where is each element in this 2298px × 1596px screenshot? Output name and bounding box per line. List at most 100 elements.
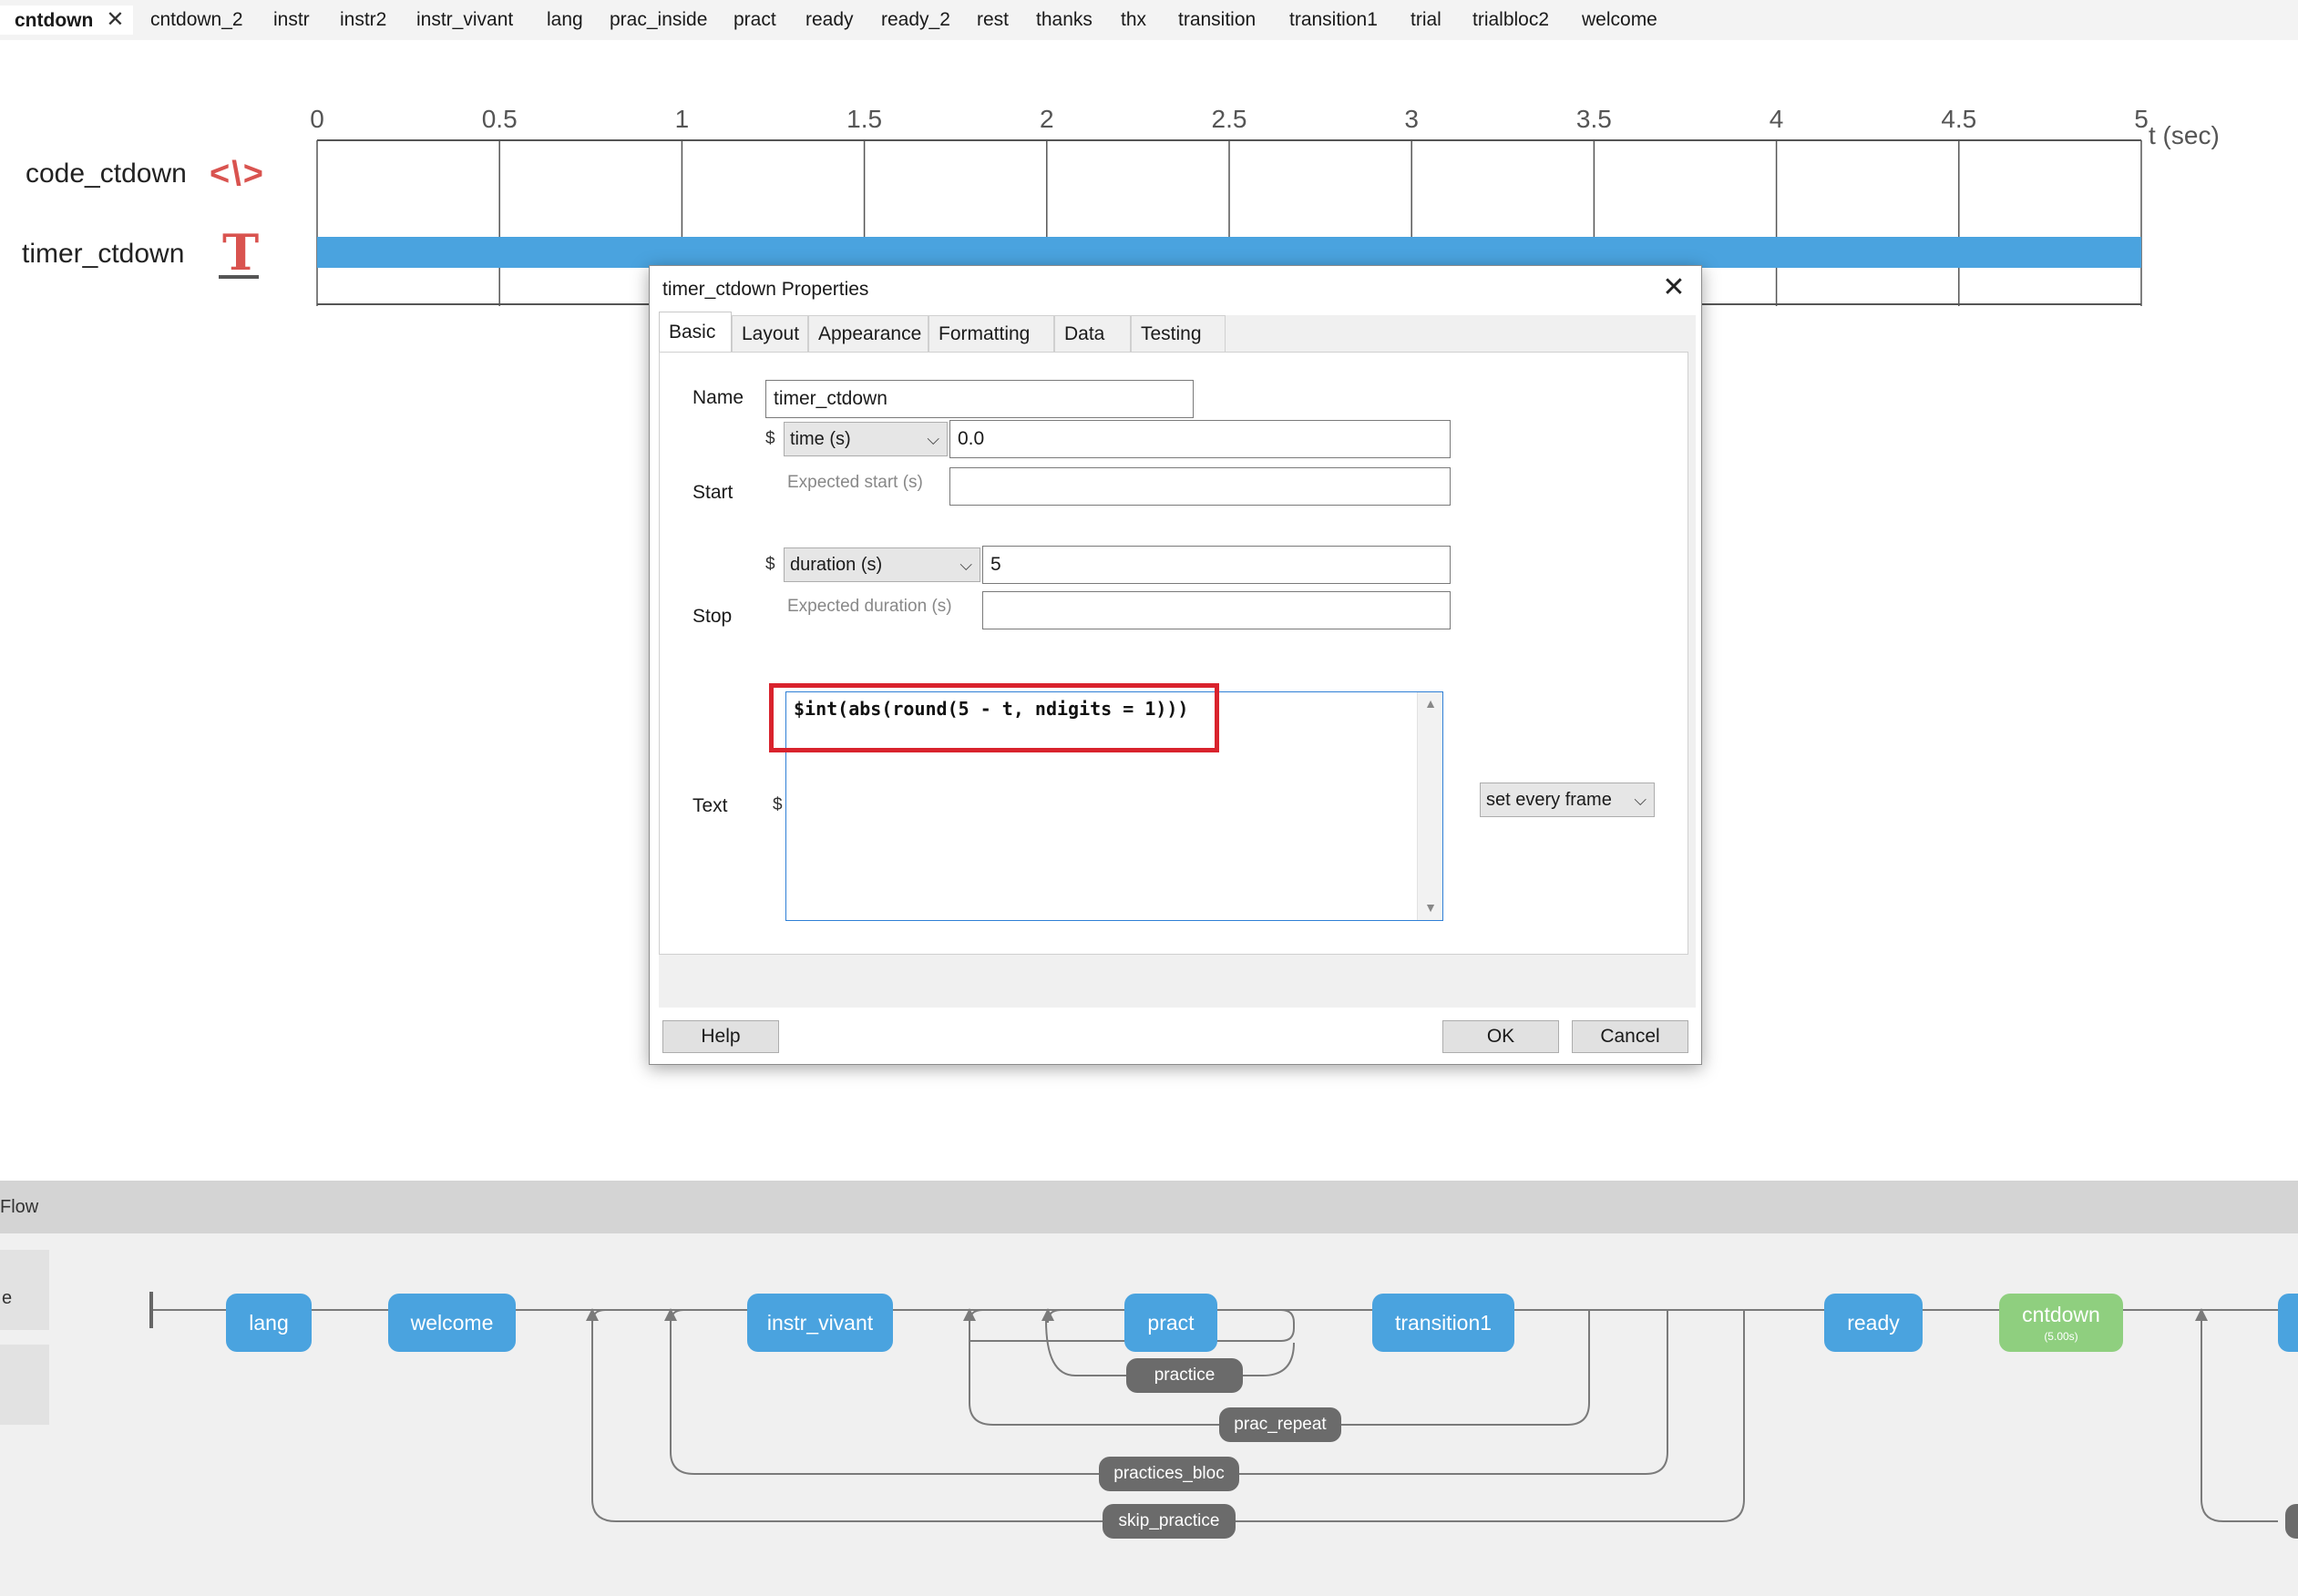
dialog-body: Basic Layout Appearance Formatting Data …: [659, 312, 1696, 1008]
timeline-axis-label: t (sec): [2149, 121, 2220, 149]
component-name-code-ctdown[interactable]: code_ctdown: [26, 159, 187, 189]
tab-trial[interactable]: trial: [1411, 5, 1441, 35]
tab-ready-2[interactable]: ready_2: [881, 5, 950, 35]
flow-routine-transition1[interactable]: transition1: [1372, 1294, 1514, 1352]
tab-thanks[interactable]: thanks: [1036, 5, 1093, 35]
tab-basic[interactable]: Basic: [659, 312, 732, 352]
properties-dialog: timer_ctdown Properties ✕ Basic Layout A…: [649, 265, 1702, 1065]
code-icon[interactable]: <\>: [210, 155, 265, 194]
cancel-button[interactable]: Cancel: [1572, 1020, 1688, 1053]
tab-pract[interactable]: pract: [734, 5, 776, 35]
flow-loop-partial[interactable]: [2285, 1504, 2298, 1539]
tab-cntdown-2[interactable]: cntdown_2: [150, 5, 243, 35]
timeline-tick-label: 3: [1404, 105, 1419, 133]
close-icon[interactable]: ✕: [106, 5, 124, 35]
flow-loop-practice[interactable]: practice: [1126, 1358, 1243, 1393]
tab-transition[interactable]: transition: [1178, 5, 1256, 35]
tab-formatting[interactable]: Formatting: [928, 315, 1054, 352]
timeline-tick-label: 3.5: [1576, 105, 1612, 133]
tab-trialbloc2[interactable]: trialbloc2: [1472, 5, 1549, 35]
text-update-value: set every frame: [1486, 790, 1612, 810]
text-icon-underline: [219, 275, 259, 279]
flow-panel: e lang welcome instr_vivant pract transi…: [0, 1233, 2298, 1596]
tab-instr[interactable]: instr: [273, 5, 310, 35]
start-type-select[interactable]: time (s) ⌵: [784, 422, 948, 456]
tab-lang[interactable]: lang: [547, 5, 583, 35]
stop-label: Stop: [692, 606, 733, 627]
ok-button[interactable]: OK: [1442, 1020, 1559, 1053]
flow-title: Flow: [0, 1197, 39, 1217]
text-input-scrollbar[interactable]: ▲ ▼: [1417, 692, 1442, 920]
help-button[interactable]: Help: [662, 1020, 779, 1053]
chevron-down-icon: ⌵: [927, 430, 939, 448]
flow-routine-cntdown[interactable]: cntdown (5.00s): [1999, 1294, 2123, 1352]
timeline-tick-label: 2: [1040, 105, 1054, 133]
flow-loop-practices-bloc[interactable]: practices_bloc: [1099, 1457, 1239, 1491]
scroll-down-icon[interactable]: ▼: [1418, 900, 1443, 915]
side-label: e: [2, 1288, 13, 1308]
tab-thx[interactable]: thx: [1121, 5, 1146, 35]
tab-prac-inside[interactable]: prac_inside: [610, 5, 707, 35]
start-label: Start: [692, 482, 734, 503]
flow-loop-prac-repeat[interactable]: prac_repeat: [1219, 1407, 1341, 1442]
tab-cntdown[interactable]: cntdown ✕: [0, 5, 134, 35]
flow-routine-lang[interactable]: lang: [226, 1294, 312, 1352]
text-label: Text: [692, 795, 728, 816]
stop-dollar-label: $: [765, 555, 775, 574]
timeline-tick-label: 2.5: [1212, 105, 1247, 133]
tab-ready[interactable]: ready: [805, 5, 854, 35]
flow-routine-welcome[interactable]: welcome: [388, 1294, 516, 1352]
dialog-title: timer_ctdown Properties: [662, 279, 869, 300]
timeline-tick-label: 0.5: [482, 105, 518, 133]
basic-tab-panel: Name Start $ time (s) ⌵ Expected start (s…: [659, 352, 1688, 955]
text-update-select[interactable]: set every frame ⌵: [1480, 783, 1655, 817]
start-dollar-label: $: [765, 429, 775, 448]
timeline-tick-label: 5: [2134, 105, 2149, 133]
flow-routine-ready[interactable]: ready: [1824, 1294, 1923, 1352]
timeline-tick-label: 1.5: [846, 105, 882, 133]
name-label: Name: [692, 387, 744, 408]
expected-duration-input[interactable]: [982, 591, 1451, 629]
chevron-down-icon: ⌵: [959, 556, 972, 574]
start-value-input[interactable]: [949, 420, 1451, 458]
highlight-annotation: [769, 683, 1219, 752]
tab-data[interactable]: Data: [1054, 315, 1131, 352]
tab-rest[interactable]: rest: [977, 5, 1009, 35]
expected-duration-label: Expected duration (s): [787, 597, 952, 616]
routine-label: cntdown: [2022, 1303, 2100, 1326]
component-name-timer-ctdown[interactable]: timer_ctdown: [22, 239, 184, 270]
tab-appearance[interactable]: Appearance: [808, 315, 928, 352]
timeline-tick-label: 4: [1770, 105, 1784, 133]
tab-label: cntdown: [15, 10, 94, 31]
flow-loop-skip-practice[interactable]: skip_practice: [1103, 1504, 1236, 1539]
flow-diagram: [149, 1292, 2298, 1522]
tab-testing[interactable]: Testing: [1131, 315, 1226, 352]
expected-start-label: Expected start (s): [787, 473, 923, 492]
tab-welcome[interactable]: welcome: [1582, 5, 1657, 35]
flow-side-button-2[interactable]: [0, 1345, 49, 1425]
text-dollar-label: $: [773, 795, 783, 814]
flow-header: Flow: [0, 1181, 2298, 1233]
stop-type-value: duration (s): [790, 555, 883, 575]
expected-start-input[interactable]: [949, 467, 1451, 506]
timeline-bar-timer-ctdown: [317, 237, 2141, 268]
stop-value-input[interactable]: [982, 546, 1451, 584]
timeline-tick-label: 1: [675, 105, 690, 133]
tab-instr2[interactable]: instr2: [340, 5, 386, 35]
timeline-tick-label: 4.5: [1941, 105, 1976, 133]
flow-routine-instr-vivant[interactable]: instr_vivant: [747, 1294, 893, 1352]
flow-routine-pract[interactable]: pract: [1124, 1294, 1217, 1352]
tab-layout[interactable]: Layout: [732, 315, 808, 352]
routine-tab-bar: cntdown ✕ cntdown_2 instr instr2 instr_vi…: [0, 0, 2298, 40]
text-icon[interactable]: T: [222, 228, 259, 277]
flow-routine-partial[interactable]: [2278, 1294, 2298, 1352]
flow-side-button[interactable]: e: [0, 1250, 49, 1330]
routine-duration: (5.00s): [2044, 1330, 2078, 1343]
tab-instr-vivant[interactable]: instr_vivant: [416, 5, 513, 35]
tab-transition1[interactable]: transition1: [1289, 5, 1378, 35]
close-icon[interactable]: ✕: [1657, 271, 1690, 304]
stop-type-select[interactable]: duration (s) ⌵: [784, 547, 980, 582]
start-type-value: time (s): [790, 429, 851, 449]
name-input[interactable]: [765, 380, 1194, 418]
scroll-up-icon[interactable]: ▲: [1418, 696, 1443, 711]
